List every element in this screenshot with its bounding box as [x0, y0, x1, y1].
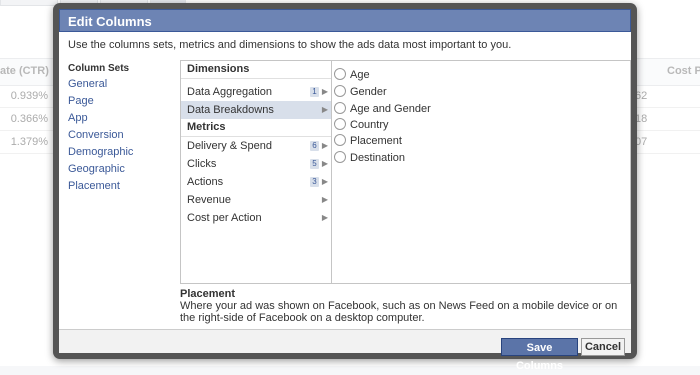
chevron-right-icon: ▶: [321, 195, 328, 204]
option-label: Age: [350, 69, 370, 81]
column-set-conversion[interactable]: Conversion: [68, 129, 124, 141]
menu-item-label: Revenue: [187, 194, 232, 206]
categories-list: Dimensions Data Aggregation 1 ▶ Data Bre…: [181, 61, 332, 283]
chevron-right-icon: ▶: [321, 159, 328, 168]
option-destination[interactable]: Destination: [334, 150, 405, 166]
radio-button[interactable]: [334, 134, 346, 146]
column-set-demographic[interactable]: Demographic: [68, 146, 133, 158]
option-age-and-gender[interactable]: Age and Gender: [334, 101, 431, 117]
menu-item-data-breakdowns[interactable]: Data Breakdowns ▶: [181, 101, 331, 119]
metrics-heading: Metrics: [181, 119, 331, 137]
dialog-title: Edit Columns: [59, 9, 631, 32]
menu-item-cost-per-action[interactable]: Cost per Action ▶: [181, 209, 331, 227]
radio-button[interactable]: [334, 68, 346, 80]
chevron-right-icon: ▶: [321, 213, 328, 222]
menu-item-label: Data Breakdowns: [187, 104, 274, 116]
dialog-body: Edit Columns Use the columns sets, metri…: [59, 9, 631, 372]
chevron-right-icon: ▶: [321, 177, 328, 186]
radio-button[interactable]: [334, 102, 346, 114]
chevron-right-icon: ▶: [321, 87, 328, 96]
option-country[interactable]: Country: [334, 117, 389, 133]
columns-picker-panel: Dimensions Data Aggregation 1 ▶ Data Bre…: [180, 60, 631, 284]
column-sets-title: Column Sets: [68, 63, 130, 74]
option-age[interactable]: Age: [334, 67, 370, 83]
option-label: Destination: [350, 152, 406, 164]
dialog-intro: Use the columns sets, metrics and dimens…: [68, 39, 512, 51]
cancel-button[interactable]: Cancel: [581, 338, 625, 356]
menu-item-data-aggregation[interactable]: Data Aggregation 1 ▶: [181, 83, 331, 101]
option-label: Country: [350, 119, 389, 131]
column-set-placement[interactable]: Placement: [68, 180, 120, 192]
menu-item-label: Data Aggregation: [187, 86, 273, 98]
edit-columns-dialog: Edit Columns Use the columns sets, metri…: [53, 3, 637, 372]
menu-item-delivery-spend[interactable]: Delivery & Spend 6 ▶: [181, 137, 331, 155]
dimensions-heading: Dimensions: [181, 61, 331, 79]
option-label: Placement: [350, 135, 402, 147]
menu-item-label: Delivery & Spend: [187, 140, 272, 152]
menu-item-clicks[interactable]: Clicks 5 ▶: [181, 155, 331, 173]
count-badge: 5: [310, 159, 319, 169]
description-title: Placement: [180, 288, 236, 300]
count-badge: 6: [310, 141, 319, 151]
radio-button[interactable]: [334, 85, 346, 97]
option-label: Gender: [350, 86, 387, 98]
menu-item-actions[interactable]: Actions 3 ▶: [181, 173, 331, 191]
column-set-app[interactable]: App: [68, 112, 88, 124]
menu-item-label: Cost per Action: [187, 212, 262, 224]
description-text: Where your ad was shown on Facebook, suc…: [180, 300, 618, 324]
option-gender[interactable]: Gender: [334, 84, 387, 100]
save-columns-button[interactable]: Save Columns: [501, 338, 578, 372]
menu-item-revenue[interactable]: Revenue ▶: [181, 191, 331, 209]
menu-item-label: Clicks: [187, 158, 217, 170]
option-label: Age and Gender: [350, 103, 431, 115]
column-set-geographic[interactable]: Geographic: [68, 163, 125, 175]
chevron-right-icon: ▶: [321, 141, 328, 150]
menu-item-label: Actions: [187, 176, 224, 188]
radio-button[interactable]: [334, 151, 346, 163]
column-set-general[interactable]: General: [68, 78, 107, 90]
radio-button[interactable]: [334, 118, 346, 130]
chevron-right-icon: ▶: [321, 105, 328, 114]
count-badge: 3: [310, 177, 319, 187]
count-badge: 1: [310, 87, 319, 97]
option-placement[interactable]: Placement: [334, 133, 402, 149]
column-set-page[interactable]: Page: [68, 95, 94, 107]
